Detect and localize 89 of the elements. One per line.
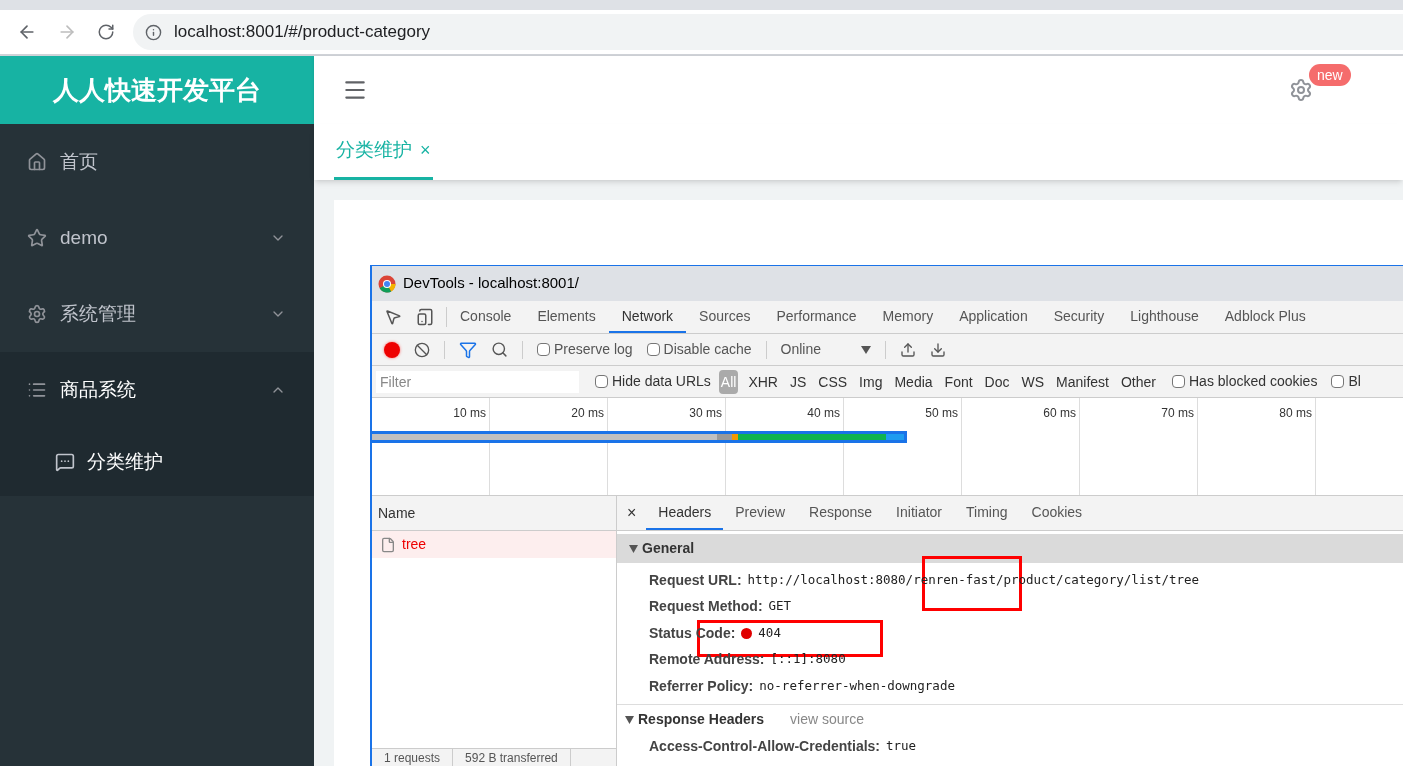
section-header[interactable]: General	[617, 534, 1403, 563]
new-badge: new	[1309, 64, 1351, 86]
browser-logo-icon	[378, 274, 396, 293]
header-value: GET	[768, 597, 792, 616]
detail-tab[interactable]: Cookies	[1019, 496, 1095, 530]
panel-tab[interactable]: Security	[1040, 301, 1118, 333]
request-row[interactable]: tree	[372, 531, 616, 558]
header-key: Referrer Policy:	[649, 675, 754, 697]
device-icon[interactable]	[416, 308, 434, 326]
info-icon[interactable]	[145, 23, 162, 41]
checkbox-label: Hide data URLs	[612, 372, 711, 391]
tick-label: 20 ms	[571, 405, 604, 420]
checkbox-label: Bl	[1348, 372, 1361, 391]
status-text: 1 requests	[372, 748, 454, 766]
type-filter[interactable]: Media	[892, 369, 935, 394]
close-detail-button[interactable]: ×	[617, 496, 647, 530]
type-filter[interactable]: Other	[1119, 369, 1158, 394]
detail-tab[interactable]: Initiator	[884, 496, 955, 530]
submenu-item[interactable]: 分类维护	[0, 428, 314, 496]
header-value: true	[886, 737, 917, 756]
menu-item[interactable]: 系统管理	[0, 276, 314, 352]
menu-item[interactable]: 商品系统	[0, 352, 314, 428]
panel-tab[interactable]: Elements	[524, 301, 609, 333]
address-bar[interactable]: localhost:8001/#/product-category	[133, 14, 1403, 50]
type-filter[interactable]: JS	[787, 369, 809, 394]
detail-tab[interactable]: Headers	[646, 496, 724, 530]
checkbox[interactable]	[595, 375, 608, 388]
panel-tab[interactable]: Adblock Plus	[1211, 301, 1319, 333]
filter-icon[interactable]	[459, 340, 477, 359]
throttle-dropdown[interactable]: Online	[780, 339, 871, 360]
tick-label: 40 ms	[807, 405, 840, 420]
panel-tab[interactable]: Lighthouse	[1117, 301, 1212, 333]
header-key: Request URL:	[649, 569, 742, 591]
disclosure-triangle-icon	[629, 544, 638, 553]
chat-icon	[55, 452, 75, 472]
logo-text: 人人快速开发平台	[53, 73, 261, 107]
type-filter[interactable]: CSS	[816, 369, 850, 394]
column-header: Name	[372, 496, 616, 531]
panel-tab[interactable]: Performance	[763, 301, 870, 333]
search-icon[interactable]	[491, 341, 508, 358]
detail-tab[interactable]: Preview	[723, 496, 798, 530]
type-filter[interactable]: Doc	[982, 369, 1012, 394]
clear-icon[interactable]	[414, 341, 430, 358]
url-text: localhost:8001/#/product-category	[174, 21, 431, 44]
header-key: Access-Control-Allow-Credentials:	[649, 736, 881, 757]
section-title: Response Headers	[638, 710, 765, 729]
tick-label: 30 ms	[689, 405, 722, 420]
menu-item[interactable]: demo	[0, 200, 314, 276]
checkbox[interactable]	[646, 343, 660, 356]
dropdown-arrow-icon	[861, 345, 871, 354]
type-filter[interactable]: Manifest	[1054, 369, 1111, 394]
record-icon[interactable]	[384, 341, 400, 358]
checkbox[interactable]	[1331, 375, 1345, 388]
panel-tab[interactable]: Console	[447, 301, 525, 333]
panel-tab[interactable]: Application	[946, 301, 1041, 333]
settings-icon[interactable]	[1289, 78, 1313, 102]
inspect-icon[interactable]	[384, 308, 402, 326]
detail-tab[interactable]: Response	[797, 496, 885, 530]
section-header[interactable]: Response Headers view source	[617, 704, 1403, 735]
type-filter[interactable]: Font	[942, 369, 975, 394]
devtools-title: DevTools - localhost:8001/	[403, 273, 579, 294]
checkbox[interactable]	[537, 343, 550, 356]
upload-icon[interactable]	[900, 341, 916, 358]
type-filter[interactable]: XHR	[746, 369, 780, 394]
type-filter[interactable]: WS	[1019, 369, 1047, 394]
header-value: 404	[758, 623, 781, 642]
tick-label: 10 ms	[453, 405, 486, 420]
checkbox-label: Has blocked cookies	[1189, 372, 1318, 391]
download-icon[interactable]	[930, 341, 946, 358]
tick-label: 70 ms	[1161, 405, 1194, 420]
panel-tab[interactable]: Sources	[686, 301, 764, 333]
checkbox-label: Disable cache	[663, 340, 752, 359]
tick-label: 80 ms	[1279, 405, 1312, 420]
file-icon	[380, 535, 396, 554]
reload-icon[interactable]	[97, 23, 115, 41]
filter-field[interactable]: Filter	[376, 370, 579, 393]
panel-tab[interactable]: Memory	[869, 301, 947, 333]
detail-tab[interactable]: Timing	[954, 496, 1020, 530]
menu-item[interactable]: 首页	[0, 124, 314, 200]
view-source-link[interactable]: view source	[790, 709, 864, 730]
type-filter[interactable]: Img	[857, 369, 885, 394]
checkbox[interactable]	[1172, 375, 1185, 388]
tick-label: 60 ms	[1043, 405, 1076, 420]
checkbox-label: Preserve log	[554, 340, 633, 359]
header-key: Request Method:	[649, 596, 763, 618]
header-value: no-referrer-when-downgrade	[759, 676, 955, 695]
disclosure-triangle-icon	[625, 715, 634, 724]
status-text: 592 B transferred	[453, 748, 571, 766]
tick-label: 50 ms	[925, 405, 958, 420]
